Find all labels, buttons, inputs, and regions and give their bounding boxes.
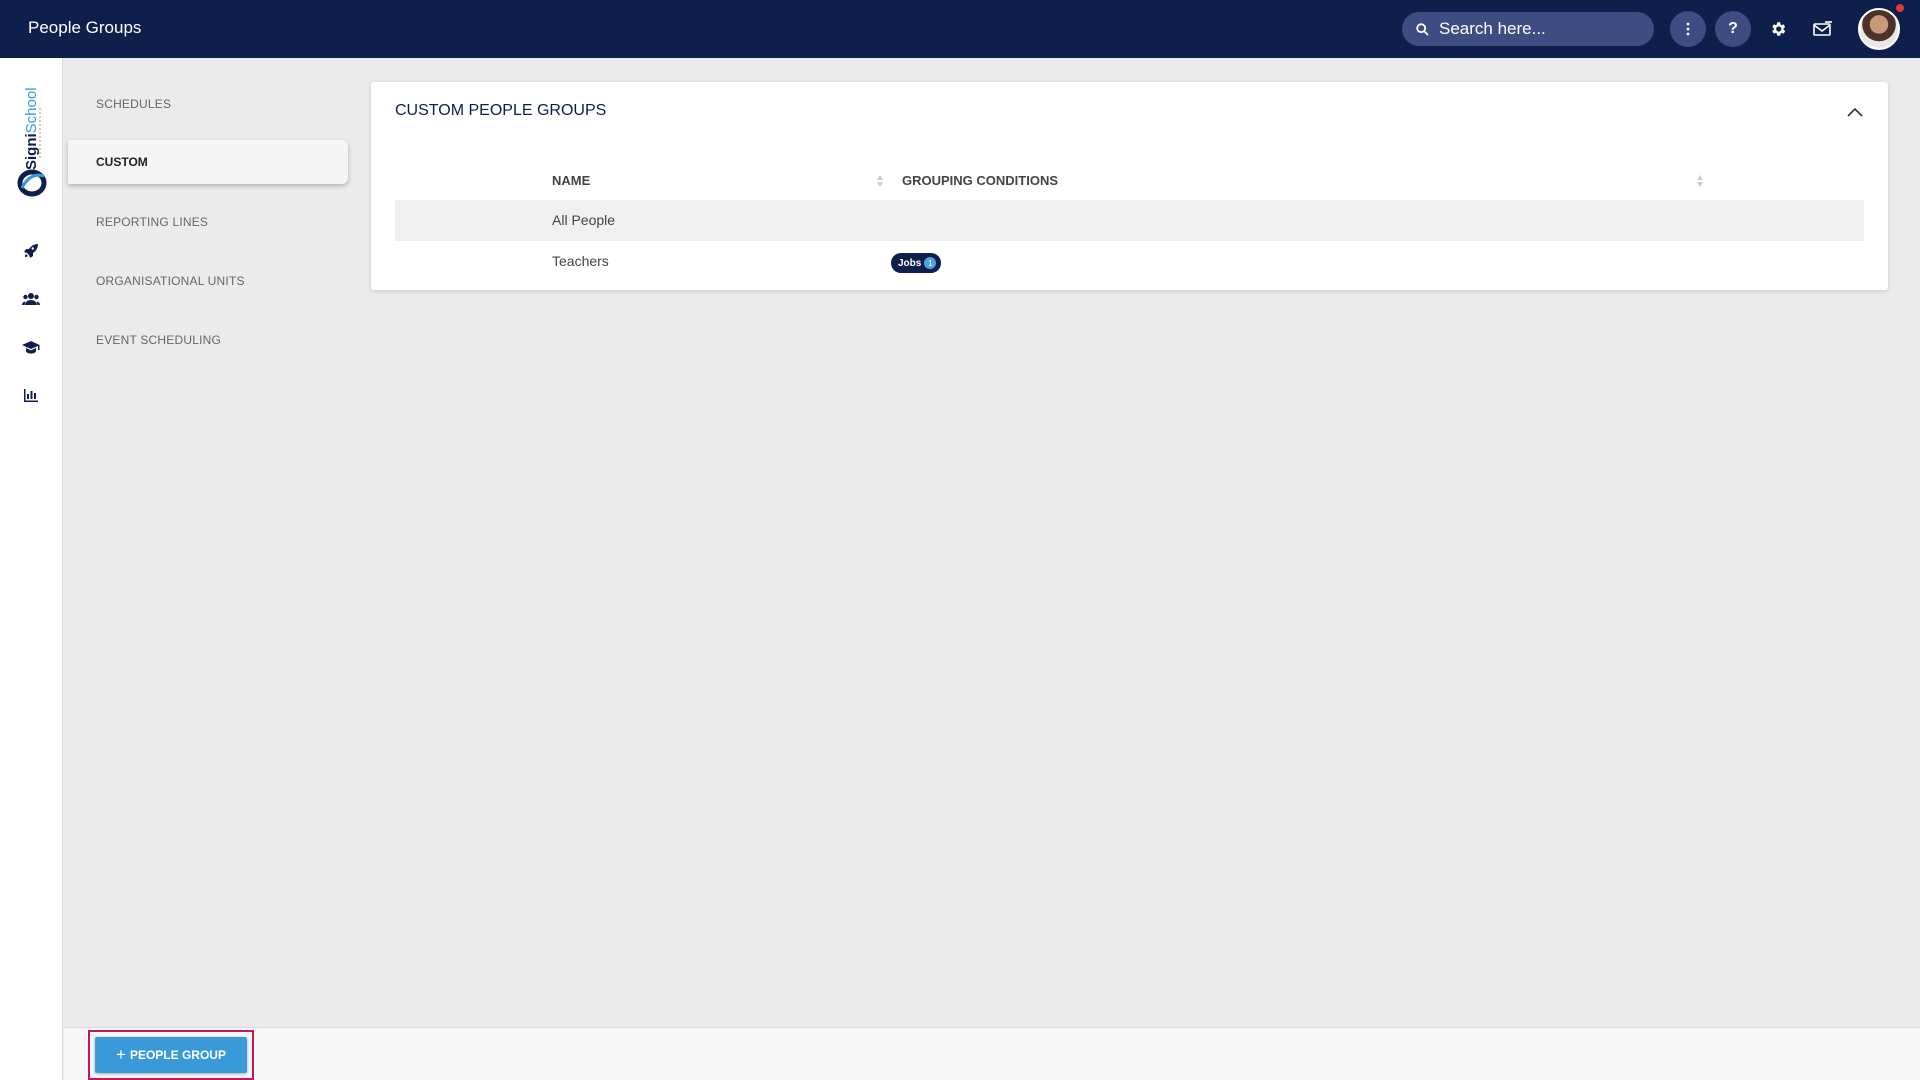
search-box[interactable]: [1402, 12, 1654, 46]
subnav-item-label: CUSTOM: [96, 155, 148, 169]
subnav-item-reporting-lines[interactable]: REPORTING LINES: [96, 215, 208, 229]
add-people-group-button[interactable]: + PEOPLE GROUP: [95, 1037, 247, 1073]
column-header-grouping-conditions[interactable]: GROUPING CONDITIONS: [902, 173, 1058, 188]
top-bar: People Groups ?: [0, 0, 1920, 58]
card-title: CUSTOM PEOPLE GROUPS: [395, 102, 607, 119]
help-icon: ?: [1728, 20, 1738, 37]
sort-icon[interactable]: [876, 173, 884, 189]
condition-chip[interactable]: Jobs 1: [891, 253, 942, 273]
chip-count: 1: [924, 257, 937, 269]
subnav-item-organisational-units[interactable]: ORGANISATIONAL UNITS: [96, 274, 245, 288]
svg-text:SigniSchool: SigniSchool: [23, 88, 40, 170]
footer-bar: + PEOPLE GROUP: [64, 1027, 1920, 1080]
row-name: All People: [552, 212, 616, 228]
subnav-item-event-scheduling[interactable]: EVENT SCHEDULING: [96, 333, 221, 347]
gear-icon: [1772, 22, 1786, 36]
bar-chart-icon[interactable]: [20, 384, 42, 406]
search-input[interactable]: [1439, 19, 1639, 39]
icon-sidebar: SigniSchool: [0, 58, 63, 1080]
people-icon[interactable]: [20, 288, 42, 310]
collapse-button[interactable]: [1841, 98, 1869, 126]
table-row[interactable]: Teachers Jobs 1: [395, 241, 1864, 282]
subnav-item-custom[interactable]: CUSTOM: [68, 140, 348, 184]
page-title: People Groups: [28, 18, 142, 37]
row-name: Teachers: [552, 253, 609, 269]
sort-icon[interactable]: [1696, 173, 1704, 189]
rocket-icon[interactable]: [20, 240, 42, 262]
chip-label: Jobs: [898, 257, 922, 269]
plus-icon: +: [116, 1045, 126, 1064]
help-button[interactable]: ?: [1715, 11, 1751, 47]
more-vertical-icon: [1686, 22, 1690, 36]
more-menu-button[interactable]: [1670, 11, 1706, 47]
chevron-up-icon: [1847, 107, 1863, 117]
graduation-cap-icon[interactable]: [20, 336, 42, 358]
column-header-name[interactable]: NAME: [552, 173, 590, 188]
highlight-frame: + PEOPLE GROUP: [88, 1030, 254, 1080]
mail-icon: [1813, 21, 1832, 36]
add-button-label: PEOPLE GROUP: [129, 1048, 226, 1062]
custom-people-groups-card: CUSTOM PEOPLE GROUPS NAME GROUPING CONDI…: [371, 82, 1888, 290]
signischool-logo[interactable]: SigniSchool: [14, 88, 50, 198]
table-row[interactable]: All People: [395, 200, 1864, 241]
messages-button[interactable]: [1805, 11, 1841, 47]
notification-badge: [1896, 4, 1904, 12]
settings-button[interactable]: [1760, 11, 1796, 47]
subnav-item-schedules[interactable]: SCHEDULES: [96, 97, 171, 111]
avatar[interactable]: [1858, 8, 1900, 50]
search-icon: [1416, 22, 1429, 36]
